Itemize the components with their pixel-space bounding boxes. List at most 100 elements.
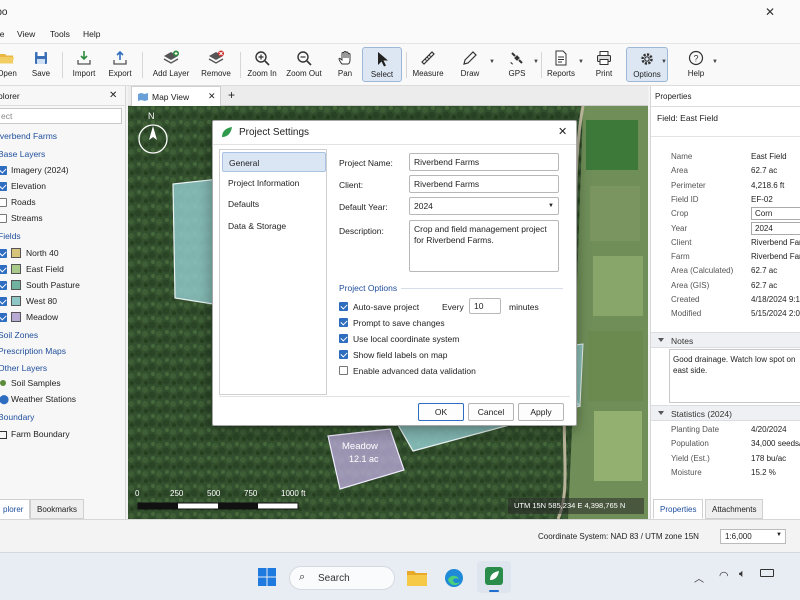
layer-south-pasture[interactable]: South Pasture (26, 280, 80, 290)
menu-help[interactable]: Help (83, 29, 100, 39)
layer-north-40[interactable]: North 40 (26, 248, 59, 258)
layer-imagery[interactable]: Imagery (2024) (11, 165, 69, 175)
ok-button[interactable]: OK (418, 403, 464, 421)
reports-dropdown-icon[interactable]: ▼ (578, 59, 584, 65)
tree-group-boundary[interactable]: Boundary (0, 412, 34, 422)
add-tab-icon[interactable]: + (228, 88, 235, 102)
checkbox-elevation[interactable] (0, 182, 7, 191)
measure-button[interactable]: Measure (410, 44, 446, 86)
menu-file[interactable]: ile (0, 29, 5, 39)
gps-button[interactable]: GPS (502, 44, 532, 86)
checkbox-imagery[interactable] (0, 166, 7, 175)
pan-button[interactable]: Pan (330, 44, 360, 86)
close-icon[interactable]: ✕ (558, 125, 567, 138)
tab-attachments[interactable]: Attachments (705, 499, 764, 519)
open-button[interactable]: Open (0, 44, 22, 86)
project-name-input[interactable]: Riverbend Farms (409, 153, 559, 171)
property-select[interactable]: 2024▼ (751, 221, 800, 235)
nav-data-storage[interactable]: Data & Storage (222, 216, 326, 236)
close-icon[interactable]: ✕ (765, 5, 775, 19)
save-button[interactable]: Save (27, 44, 55, 86)
layer-west-80[interactable]: West 80 (26, 296, 57, 306)
chevron-up-icon[interactable]: ︿ (694, 570, 704, 585)
select-button[interactable]: Select (362, 47, 402, 82)
notes-section-header[interactable]: Notes (651, 332, 800, 348)
notes-textarea[interactable]: Good drainage. Watch low spot on east si… (669, 349, 800, 403)
checkbox-roads[interactable] (0, 198, 7, 207)
layer-roads[interactable]: Roads (11, 197, 36, 207)
tree-group-other-layers[interactable]: Other Layers (0, 363, 47, 373)
layer-soil-samples[interactable]: Soil Samples (11, 378, 61, 388)
options-label: Options (633, 70, 661, 79)
windows-start-icon[interactable] (258, 568, 276, 586)
close-icon[interactable]: ✕ (208, 91, 216, 102)
tab-properties[interactable]: Properties (653, 499, 704, 519)
taskbar-search-box[interactable]: ⌕ Search (289, 566, 395, 590)
close-icon[interactable]: ✕ (109, 90, 117, 101)
checkbox-east-field[interactable] (0, 265, 7, 274)
file-explorer-icon[interactable] (407, 569, 427, 586)
client-input[interactable]: Riverbend Farms (409, 175, 559, 193)
print-button[interactable]: Print (588, 44, 620, 86)
options-dropdown-icon[interactable]: ▼ (661, 59, 667, 65)
autosave-checkbox[interactable] (339, 302, 348, 311)
nav-project-information[interactable]: Project Information (222, 173, 326, 193)
statistics-section-header[interactable]: Statistics (2024) (651, 405, 800, 421)
gps-dropdown-icon[interactable]: ▼ (533, 59, 539, 65)
apply-button[interactable]: Apply (518, 403, 564, 421)
checkbox-west-80[interactable] (0, 297, 7, 306)
description-textarea[interactable]: Crop and field management project for Ri… (409, 220, 559, 272)
nav-general[interactable]: General (222, 152, 326, 172)
tree-project[interactable]: iverbend Farms (0, 131, 57, 141)
layer-elevation[interactable]: Elevation (11, 181, 46, 191)
tree-group-soil-zones[interactable]: Soil Zones (0, 330, 38, 340)
tree-group-base-layers[interactable]: Base Layers (0, 149, 45, 159)
layer-east-field[interactable]: East Field (26, 264, 64, 274)
remove-button[interactable]: Remove (198, 44, 234, 86)
layer-farm-boundary[interactable]: Farm Boundary (11, 429, 70, 439)
add-layer-button[interactable]: Add Layer (150, 44, 192, 86)
layer-weather-stations[interactable]: Weather Stations (11, 394, 76, 404)
battery-icon[interactable] (760, 569, 774, 577)
checkbox-south-pasture[interactable] (0, 281, 7, 290)
tree-group-prescription-maps[interactable]: Prescription Maps (0, 346, 66, 356)
checkbox-meadow[interactable] (0, 313, 7, 322)
scale-label-250: 250 (170, 489, 184, 498)
wifi-icon[interactable]: ◠ (719, 569, 729, 582)
edge-browser-icon[interactable] (444, 568, 464, 588)
menu-view[interactable]: View (17, 29, 35, 39)
nav-defaults[interactable]: Defaults (222, 194, 326, 214)
tab-bookmarks[interactable]: Bookmarks (30, 499, 85, 519)
option-checkbox[interactable] (339, 318, 348, 327)
tab-map-view[interactable]: Map View ✕ (131, 86, 221, 106)
option-checkbox[interactable] (339, 334, 348, 343)
boundary-icon (0, 431, 7, 439)
property-select[interactable]: Corn▼ (751, 207, 800, 221)
help-button[interactable]: ? Help (680, 44, 712, 86)
draw-button[interactable]: Draw (455, 44, 485, 86)
option-checkbox[interactable] (339, 366, 348, 375)
checkbox-streams[interactable] (0, 214, 7, 223)
search-input[interactable]: ect (0, 108, 122, 124)
draw-dropdown-icon[interactable]: ▼ (489, 59, 495, 65)
layer-streams[interactable]: Streams (11, 213, 43, 223)
tree-group-fields[interactable]: Fields (0, 231, 21, 241)
default-year-select[interactable]: 2024 ▼ (409, 197, 559, 215)
reports-button[interactable]: Reports (544, 44, 578, 86)
tab-explorer[interactable]: plorer (0, 499, 31, 519)
import-button[interactable]: Import (68, 44, 100, 86)
app-taskbar-button[interactable] (477, 561, 511, 593)
zoom-in-button[interactable]: Zoom In (244, 44, 280, 86)
autosave-interval-input[interactable]: 10 (469, 298, 501, 314)
help-dropdown-icon[interactable]: ▼ (712, 59, 718, 65)
scale-select[interactable]: 1:6,000 ▼ (720, 529, 786, 544)
layer-meadow[interactable]: Meadow (26, 312, 58, 322)
zoom-out-button[interactable]: Zoom Out (284, 44, 324, 86)
menu-tools[interactable]: Tools (50, 29, 70, 39)
export-button[interactable]: Export (104, 44, 136, 86)
option-checkbox[interactable] (339, 350, 348, 359)
dialog-title: Project Settings (239, 127, 310, 138)
checkbox-north-40[interactable] (0, 249, 7, 258)
speaker-icon[interactable]: 🔈︎ (739, 568, 746, 581)
cancel-button[interactable]: Cancel (468, 403, 514, 421)
